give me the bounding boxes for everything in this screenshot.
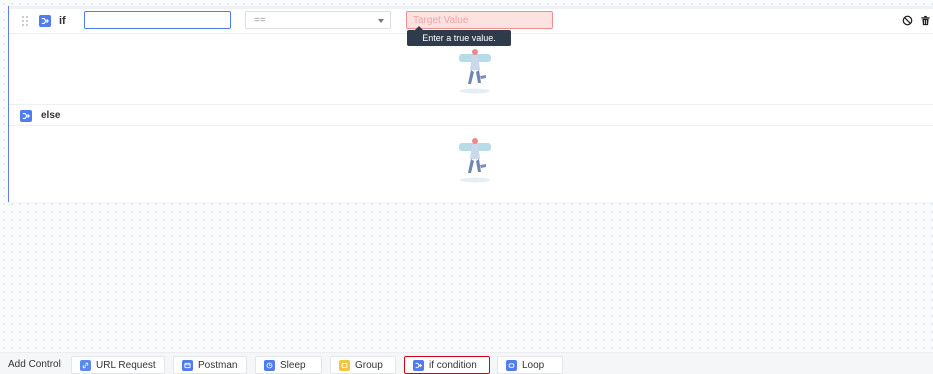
chevron-down-icon xyxy=(378,19,384,23)
clock-icon xyxy=(264,359,275,371)
group-label: Group xyxy=(355,359,383,371)
drag-handle-icon[interactable] xyxy=(21,15,29,27)
trash-icon[interactable] xyxy=(920,15,931,26)
else-label: else xyxy=(41,110,61,121)
tooltip-text: Enter a true value. xyxy=(422,33,496,43)
url-request-button[interactable]: URL Request xyxy=(71,356,165,374)
tooltip-arrow xyxy=(415,26,423,30)
sleep-button[interactable]: Sleep xyxy=(255,356,322,374)
branch-icon xyxy=(413,359,424,371)
branch-icon xyxy=(20,110,32,122)
folder-icon xyxy=(339,359,350,371)
target-value-input[interactable] xyxy=(406,11,553,29)
if-condition-label: if condition xyxy=(429,359,477,371)
loop-label: Loop xyxy=(522,359,545,371)
loop-icon xyxy=(506,359,517,371)
empty-state-illustration xyxy=(459,138,491,183)
else-drop-zone[interactable] xyxy=(9,126,933,202)
branch-icon xyxy=(39,15,51,27)
operator-select[interactable]: == xyxy=(245,11,391,29)
link-icon xyxy=(80,359,91,371)
add-control-label: Add Control xyxy=(8,359,61,370)
url-request-label: URL Request xyxy=(96,359,156,371)
empty-state-illustration xyxy=(459,49,491,94)
postman-label: Postman xyxy=(198,359,238,371)
operator-value: == xyxy=(254,15,266,26)
if-condition-block: if == Enter a true value. xyxy=(8,6,933,202)
add-control-toolbar: Add Control URL Request Postman Sleep Gr… xyxy=(0,352,933,374)
if-label: if xyxy=(59,15,66,27)
validation-tooltip: Enter a true value. xyxy=(407,26,511,46)
sleep-label: Sleep xyxy=(280,359,306,371)
postman-button[interactable]: Postman xyxy=(173,356,247,374)
else-header-row: else xyxy=(9,104,933,126)
disable-icon[interactable] xyxy=(902,15,913,26)
postman-icon xyxy=(182,359,193,371)
if-condition-button[interactable]: if condition xyxy=(404,356,490,374)
condition-field-input[interactable] xyxy=(84,11,231,29)
loop-button[interactable]: Loop xyxy=(497,356,563,374)
group-button[interactable]: Group xyxy=(330,356,396,374)
